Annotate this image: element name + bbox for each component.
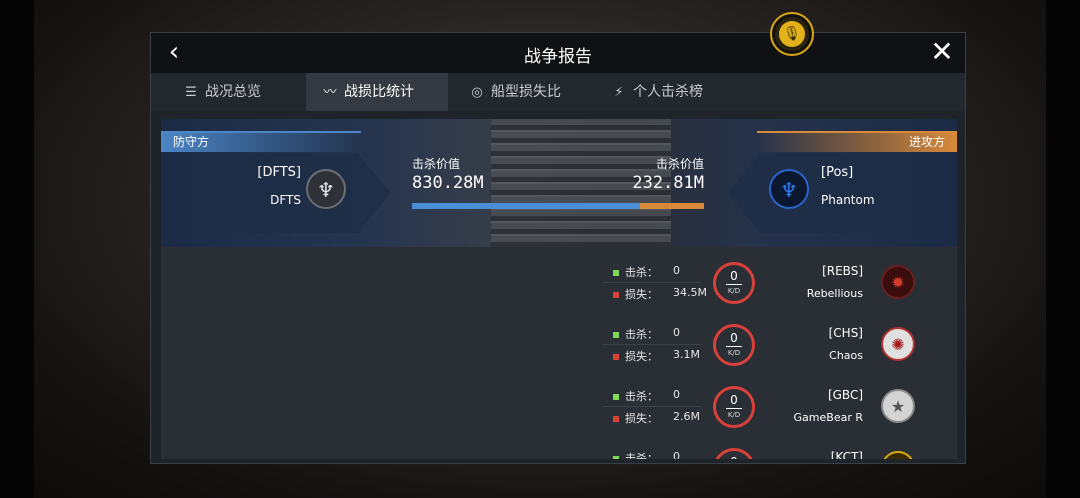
tab-label: 个人击杀榜 [633, 84, 703, 100]
losses-dot-icon [613, 354, 619, 360]
kills-label-text: 击杀： [625, 328, 658, 341]
kd-badge: 0 K/D [713, 262, 755, 304]
defender-kill-value: 830.28M [412, 173, 484, 193]
alliance-logo-icon[interactable]: ✺ [881, 327, 915, 361]
tab-ship-type-loss[interactable]: ◎ 船型损失比 [469, 73, 599, 111]
defender-name: DFTS [270, 193, 301, 207]
microphone-icon: 🎙 [779, 21, 805, 47]
losses-value: 2.6M [673, 410, 700, 423]
kd-badge: 0 K/D [713, 386, 755, 428]
defender-share-fill [412, 203, 641, 209]
tab-label: 战况总览 [205, 84, 261, 100]
page-title: 战争报告 [524, 47, 592, 67]
losses-value: 34.5M [673, 286, 707, 299]
losses-label: 损失： [613, 410, 658, 426]
alliance-logo-icon[interactable]: ✹ [881, 265, 915, 299]
kills-value: 0 [673, 326, 680, 339]
tab-label: 船型损失比 [491, 84, 561, 100]
kills-dot-icon [613, 332, 619, 338]
tab-personal-kills[interactable]: ⚡ 个人击杀榜 [611, 73, 751, 111]
kills-label: 击杀： [613, 388, 658, 404]
losses-label-text: 损失： [625, 412, 658, 425]
kd-value: 0 [730, 331, 738, 345]
kills-label: 击杀： [613, 326, 658, 342]
tab-label: 战损比统计 [344, 84, 414, 100]
kd-value: 0 [716, 455, 752, 459]
screen-bezel-left [0, 0, 34, 498]
lightning-icon: ⚡ [614, 85, 624, 100]
losses-label-text: 损失： [625, 350, 658, 363]
kills-label-text: 击杀： [625, 266, 658, 279]
defender-kill-value-label: 击杀价值 [412, 157, 461, 171]
kills-label: 击杀： [613, 264, 658, 280]
attacker-kill-value-label: 击杀价值 [655, 157, 704, 171]
kills-value: 0 [673, 450, 680, 459]
kills-label-text: 击杀： [625, 452, 658, 459]
war-report-panel: ‹ 战争报告 ✕ ☰ 战况总览 〰战损比统计 ◎ 船型损失比 ⚡ 个人击杀榜 防守方 … [150, 32, 966, 464]
kd-divider [726, 408, 742, 409]
alliance-tag: [GBC] [827, 388, 863, 402]
alliance-name: Rebellious [806, 287, 863, 300]
losses-dot-icon [613, 292, 619, 298]
battle-summary-banner: 防守方 进攻方 [DFTS] DFTS ♆ 击杀价值 830.28M 击杀价值 … [161, 119, 957, 247]
kd-divider [726, 346, 742, 347]
attacker-name: Phantom [821, 193, 875, 207]
title-bar: ‹ 战争报告 ✕ [151, 33, 965, 73]
losses-label: 损失： [613, 286, 658, 302]
defender-alliance-tag: [DFTS] [257, 165, 301, 180]
attacker-kill-value: 232.81M [632, 173, 704, 193]
defender-tag: 防守方 [161, 132, 361, 152]
kd-badge: 0 K/D [713, 324, 755, 366]
defender-emblem-icon[interactable]: ♆ [306, 169, 346, 209]
losses-dot-icon [613, 416, 619, 422]
alliance-tag: [REBS] [822, 264, 863, 278]
kills-label: 击杀： [613, 450, 658, 459]
trend-icon: 〰 [323, 85, 337, 100]
alliance-name: Chaos [829, 349, 863, 362]
kills-value: 0 [673, 388, 680, 401]
attacker-alliance-tag: [Pos] [821, 165, 854, 180]
alliance-tag: [CHS] [828, 326, 863, 340]
alliance-name: GameBear R [793, 411, 863, 424]
tab-overview[interactable]: ☰ 战况总览 [183, 73, 313, 111]
screen-bezel-right [1046, 0, 1080, 498]
kd-label: K/D [727, 287, 741, 295]
ship-icon: ◎ [471, 85, 483, 100]
kills-dot-icon [613, 394, 619, 400]
kd-label: K/D [727, 411, 741, 419]
kd-value: 0 [730, 393, 738, 407]
kills-dot-icon [613, 270, 619, 276]
kills-dot-icon [613, 456, 619, 459]
kills-label-text: 击杀： [625, 390, 658, 403]
list-icon: ☰ [185, 85, 197, 100]
list-item[interactable]: 击杀： 0 损失： 3.1M 0 K/D [CHS] Chaos ✺ [161, 317, 957, 379]
alliance-logo-icon[interactable]: ♛ [881, 451, 915, 459]
tab-bar: ☰ 战况总览 〰战损比统计 ◎ 船型损失比 ⚡ 个人击杀榜 [151, 73, 965, 111]
list-item[interactable]: 击杀： 0 0 [KCT] ♛ [161, 441, 957, 459]
kd-badge: 0 [713, 448, 755, 459]
row-divider [603, 406, 701, 407]
losses-value: 3.1M [673, 348, 700, 361]
alliance-stats-list[interactable]: 击杀： 0 损失： 34.5M 0 K/D [REBS] Rebellious ✹… [161, 247, 957, 459]
alliance-tag: [KCT] [830, 450, 863, 459]
kill-value-ratio-bar [412, 203, 704, 209]
attacker-tag: 进攻方 [757, 132, 957, 152]
kd-label: K/D [727, 349, 741, 357]
row-divider [603, 282, 701, 283]
voice-chat-button[interactable]: 🎙 [770, 12, 814, 56]
list-item[interactable]: 击杀： 0 损失： 34.5M 0 K/D [REBS] Rebellious ✹ [161, 255, 957, 317]
row-divider [603, 344, 701, 345]
close-button[interactable]: ✕ [927, 37, 957, 69]
kd-divider [726, 284, 742, 285]
losses-label-text: 损失： [625, 288, 658, 301]
alliance-logo-icon[interactable]: ★ [881, 389, 915, 423]
close-icon: ✕ [930, 35, 954, 68]
list-item[interactable]: 击杀： 0 损失： 2.6M 0 K/D [GBC] GameBear R ★ [161, 379, 957, 441]
kd-value: 0 [730, 269, 738, 283]
attacker-emblem-icon[interactable]: ♆ [769, 169, 809, 209]
kills-value: 0 [673, 264, 680, 277]
tab-loss-ratio[interactable]: 〰战损比统计 [306, 73, 448, 111]
losses-label: 损失： [613, 348, 658, 364]
